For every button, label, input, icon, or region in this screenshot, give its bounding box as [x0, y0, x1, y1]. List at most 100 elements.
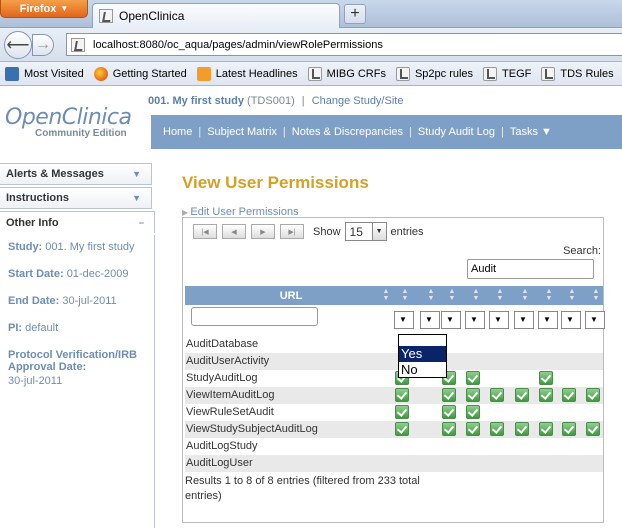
- role-column-filter-select[interactable]: [585, 311, 605, 329]
- role-column-sort-icon[interactable]: ▲ ▼: [447, 288, 457, 303]
- main-navigation: Home | Subject Matrix | Notes & Discrepancie…: [151, 115, 622, 149]
- browser-titlebar: Firefox ▼ OpenClinica +: [0, 0, 622, 28]
- table-row: AuditUserActivity: [185, 353, 603, 370]
- role-column-filter-select[interactable]: [441, 311, 461, 329]
- permission-check-icon: [562, 388, 576, 402]
- role-column-filter-select[interactable]: [538, 311, 558, 329]
- collapse-icon: −: [138, 217, 144, 228]
- url-cell: StudyAuditLog: [186, 372, 258, 384]
- role-column-filter-select[interactable]: [514, 311, 534, 329]
- firefox-menu-label: Firefox: [19, 2, 57, 15]
- table-row: ViewRuleSetAudit: [185, 404, 603, 421]
- chevron-down-icon: ▼: [60, 4, 69, 13]
- nav-item[interactable]: Subject Matrix: [207, 126, 277, 138]
- bookmark-label: MIBG CRFs: [326, 67, 386, 80]
- role-column-sort-icon[interactable]: ▲ ▼: [567, 288, 577, 303]
- app-header: OpenClinica Community Edition 001. My fi…: [0, 87, 622, 153]
- forward-button[interactable]: →: [32, 34, 54, 56]
- nav-item[interactable]: Tasks ▼: [510, 126, 552, 138]
- role-column-sort-icon[interactable]: ▲ ▼: [400, 288, 410, 303]
- bookmark-item[interactable]: Getting Started: [89, 66, 192, 81]
- new-tab-button[interactable]: +: [344, 4, 366, 24]
- bookmark-label: TEGF: [502, 67, 532, 80]
- next-page-icon: ▶: [260, 228, 266, 236]
- dropdown-option-yes[interactable]: Yes: [399, 346, 446, 362]
- show-label: Show: [313, 225, 341, 238]
- logo-text: OpenClinica: [5, 105, 132, 130]
- table-row: AuditDatabase: [185, 336, 603, 353]
- url-cell: ViewStudySubjectAuditLog: [186, 423, 318, 435]
- browser-tab[interactable]: OpenClinica: [92, 3, 340, 28]
- role-column-filter-select[interactable]: [394, 311, 414, 329]
- permission-check-icon: [466, 371, 480, 385]
- permission-check-icon: [490, 422, 504, 436]
- change-study-link[interactable]: Change Study/Site: [312, 95, 404, 107]
- bookmark-item[interactable]: Latest Headlines: [192, 66, 303, 81]
- url-column-label: URL: [279, 289, 303, 302]
- role-column-sort-icon[interactable]: ▲ ▼: [495, 288, 505, 303]
- role-column-sort-icon[interactable]: ▲ ▼: [426, 288, 436, 303]
- end-date-label: End Date:: [8, 295, 60, 307]
- permission-check-icon: [586, 388, 600, 402]
- next-page-button[interactable]: ▶: [251, 224, 275, 239]
- chevron-down-icon: ▼: [371, 223, 386, 240]
- url-column-header[interactable]: URL ▲ ▼: [185, 286, 397, 305]
- search-label: Search:: [563, 245, 601, 257]
- firefox-menu-button[interactable]: Firefox ▼: [0, 0, 88, 18]
- url-cell: AuditLogUser: [186, 457, 253, 469]
- search-input[interactable]: [467, 259, 594, 279]
- bookmark-label: Getting Started: [112, 67, 187, 80]
- role-column-sort-icon[interactable]: ▲ ▼: [520, 288, 530, 303]
- role-column-sort-icon[interactable]: ▲ ▼: [471, 288, 481, 303]
- pi-label: PI:: [8, 322, 23, 334]
- bookmark-item[interactable]: MIBG CRFs: [303, 66, 391, 81]
- dropdown-option-blank[interactable]: [399, 335, 446, 346]
- sidebar-panel-instructions[interactable]: Instructions ▼: [0, 187, 152, 209]
- address-bar[interactable]: localhost:8080/oc_aqua/pages/admin/viewR…: [66, 33, 622, 56]
- role-column-filter-select[interactable]: [561, 311, 581, 329]
- permission-check-icon: [395, 388, 409, 402]
- permission-check-icon: [395, 422, 409, 436]
- bookmark-label: Latest Headlines: [215, 67, 298, 80]
- start-date-value: 01-dec-2009: [66, 268, 129, 280]
- dropdown-option-no[interactable]: No: [399, 362, 446, 378]
- permission-check-icon: [442, 422, 456, 436]
- prev-page-icon: ◀: [231, 228, 237, 236]
- sidebar-panel-alerts[interactable]: Alerts & Messages ▼: [0, 163, 152, 185]
- table-row: ViewItemAuditLog: [185, 387, 603, 404]
- openclinica-logo[interactable]: OpenClinica Community Edition: [5, 105, 145, 139]
- last-page-button[interactable]: ▶|: [280, 224, 304, 239]
- back-button[interactable]: ⟵: [4, 31, 32, 59]
- bookmark-icon: [93, 66, 108, 81]
- start-date-label: Start Date:: [8, 268, 64, 280]
- role-column-sort-icon[interactable]: ▲ ▼: [591, 288, 601, 303]
- entries-label: entries: [390, 225, 424, 238]
- prev-page-button[interactable]: ◀: [222, 224, 246, 239]
- entries-select[interactable]: 15 ▼: [344, 222, 387, 241]
- study-label: Study:: [8, 241, 43, 253]
- other-info-title: Other Info: [6, 216, 59, 229]
- url-cell: ViewRuleSetAudit: [186, 406, 274, 418]
- bookmark-item[interactable]: TEGF: [478, 66, 536, 81]
- arrow-left-icon: ⟵: [6, 37, 30, 54]
- role-column-filter-select[interactable]: [465, 311, 485, 329]
- chevron-down-icon: ▼: [132, 193, 141, 203]
- filter-dropdown-list: Yes No: [398, 334, 447, 378]
- nav-item[interactable]: Notes & Discrepancies: [292, 126, 403, 138]
- bookmark-item[interactable]: Sp2pc rules: [391, 66, 478, 81]
- bookmark-item[interactable]: TDS Rules: [536, 66, 618, 81]
- bookmark-item[interactable]: T: [619, 67, 622, 81]
- nav-item[interactable]: Home: [163, 126, 192, 138]
- role-column-filter-select[interactable]: [420, 311, 440, 329]
- permission-check-icon: [515, 422, 529, 436]
- role-column-filter-select[interactable]: [489, 311, 509, 329]
- first-page-button[interactable]: |◀: [193, 224, 217, 239]
- permission-check-icon: [466, 405, 480, 419]
- bookmark-item[interactable]: Most Visited: [0, 66, 89, 81]
- sidebar-panel-other-info[interactable]: Other Info −: [0, 211, 155, 233]
- study-separator: |: [301, 95, 305, 107]
- url-cell: AuditUserActivity: [186, 355, 270, 367]
- nav-item[interactable]: Study Audit Log: [418, 126, 495, 138]
- url-filter-input[interactable]: [191, 307, 318, 326]
- role-column-sort-icon[interactable]: ▲ ▼: [544, 288, 554, 303]
